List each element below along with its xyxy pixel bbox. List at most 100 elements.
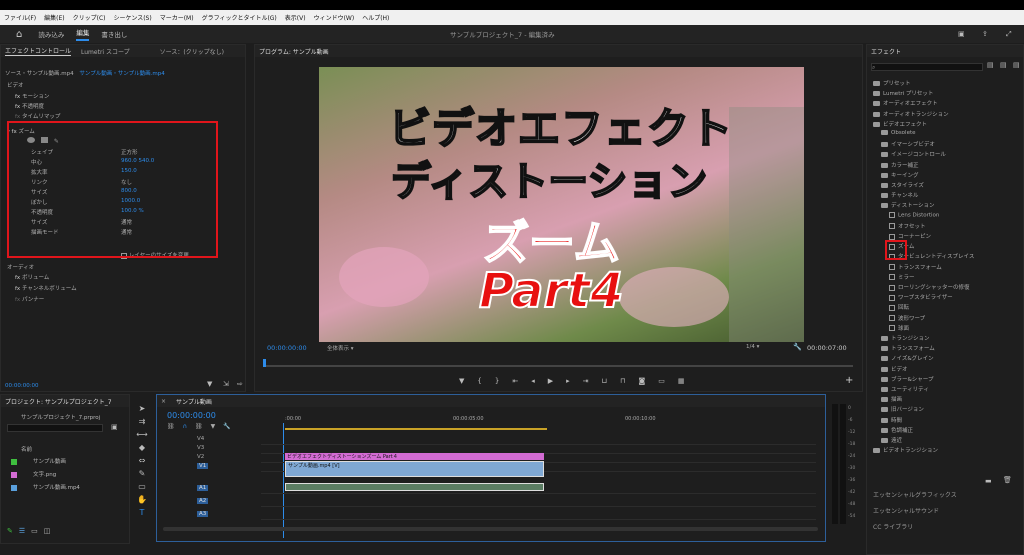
title-clip[interactable]: ビデオエフェクトディストーションズーム Part４ bbox=[285, 453, 544, 460]
tab-sequence[interactable]: サンプル動画 bbox=[176, 397, 212, 406]
tab-program[interactable]: プログラム: サンプル動画 bbox=[259, 47, 329, 56]
camera-icon[interactable]: ◙ bbox=[638, 377, 645, 385]
home-icon[interactable]: ⌂ bbox=[16, 29, 22, 40]
32bit-icon[interactable]: ▤ bbox=[1000, 61, 1007, 69]
effects-tree-item[interactable]: Obsolete bbox=[881, 130, 916, 136]
extract-icon[interactable]: ⊓ bbox=[620, 377, 625, 385]
project-item[interactable]: サンプル動画 bbox=[11, 457, 66, 465]
effect-controls-timecode[interactable]: 00:00:00:00 bbox=[5, 383, 39, 392]
fullscreen-icon[interactable]: ▣ bbox=[958, 30, 965, 38]
effects-tree-item[interactable]: 回転 bbox=[889, 303, 909, 311]
effects-tree-item[interactable]: Lumetri プリセット bbox=[873, 89, 933, 97]
effects-tree-item[interactable]: ローリングシャッターの修復 bbox=[889, 283, 970, 291]
track-header[interactable]: V4 bbox=[197, 436, 204, 442]
timeline-timecode[interactable]: 00:00:00:00 bbox=[167, 411, 216, 420]
accelerated-icon[interactable]: ▤ bbox=[987, 61, 994, 69]
expand-icon[interactable]: ⤢ bbox=[1006, 30, 1012, 39]
tab-import[interactable]: 読み込み bbox=[38, 29, 64, 39]
close-icon[interactable]: × bbox=[161, 398, 166, 405]
effects-tree-item[interactable]: ビデオ bbox=[881, 365, 908, 373]
volume-effect[interactable]: fx ボリューム bbox=[15, 273, 49, 282]
audio-clip[interactable] bbox=[285, 483, 544, 491]
effects-tree-item[interactable]: イメージコントロール bbox=[881, 150, 946, 158]
timeline-playhead[interactable] bbox=[283, 423, 284, 538]
menu-window[interactable]: ウィンドウ(W) bbox=[314, 13, 355, 22]
effects-tree-item[interactable]: チャンネル bbox=[881, 191, 918, 199]
essential-graphics-tab[interactable]: エッセンシャルグラフィックス bbox=[873, 490, 957, 499]
motion-effect[interactable]: fx モーション bbox=[15, 92, 49, 101]
freeform-view-icon[interactable]: ◫ bbox=[44, 527, 51, 535]
effects-tree-item[interactable]: オーディオエフェクト bbox=[873, 99, 938, 107]
time-remap-effect[interactable]: fx タイムリマップ bbox=[15, 112, 60, 121]
fit-dropdown[interactable]: 全体表示 ▾ bbox=[327, 344, 354, 352]
project-item[interactable]: 文字.png bbox=[11, 470, 56, 478]
delete-icon[interactable]: 🗑 bbox=[1003, 476, 1012, 484]
essential-sound-tab[interactable]: エッセンシャルサウンド bbox=[873, 506, 939, 515]
video-clip[interactable]: サンプル動画.mp4 [V] bbox=[285, 461, 544, 477]
menu-help[interactable]: ヘルプ(H) bbox=[362, 13, 389, 22]
link-icon[interactable]: ⛓ bbox=[195, 423, 203, 430]
marker-icon[interactable]: ▼ bbox=[459, 377, 464, 385]
track-header[interactable]: A3 bbox=[197, 511, 209, 517]
selection-tool-icon[interactable]: ➤ bbox=[139, 404, 146, 413]
jump-icon[interactable]: ⇨ bbox=[237, 380, 243, 388]
panner-effect[interactable]: fx パンナー bbox=[15, 295, 44, 304]
export-frame-icon[interactable]: ⇲ bbox=[223, 380, 229, 388]
menu-file[interactable]: ファイル(F) bbox=[4, 13, 36, 22]
playhead-icon[interactable] bbox=[263, 359, 266, 367]
type-tool-icon[interactable]: T bbox=[140, 508, 145, 517]
effects-tree-item[interactable]: ディストーション bbox=[881, 201, 935, 209]
effects-tree-item[interactable]: プリセット bbox=[873, 79, 911, 87]
track-header[interactable]: A2 bbox=[197, 498, 209, 504]
name-column[interactable]: 名前 bbox=[21, 445, 32, 453]
effects-tree-item[interactable]: 球面 bbox=[889, 324, 909, 332]
add-marker-icon[interactable]: ▼ bbox=[211, 423, 216, 430]
effects-search-input[interactable]: ⌕ bbox=[871, 63, 983, 71]
share-icon[interactable]: ⇪ bbox=[982, 30, 988, 38]
yuv-icon[interactable]: ▤ bbox=[1013, 61, 1020, 69]
track-header[interactable]: V3 bbox=[197, 445, 204, 451]
play-icon[interactable]: ▶ bbox=[548, 377, 553, 385]
pencil-icon[interactable]: ✎ bbox=[7, 527, 13, 535]
effects-tree-item[interactable]: 描画 bbox=[881, 395, 902, 403]
menu-sequence[interactable]: シーケンス(S) bbox=[114, 13, 152, 22]
effects-tree-item[interactable]: トランスフォーム bbox=[889, 263, 942, 271]
menu-edit[interactable]: 編集(E) bbox=[44, 13, 64, 22]
effects-tree-item[interactable]: オーディオトランジション bbox=[873, 110, 949, 118]
hand-tool-icon[interactable]: ✋ bbox=[137, 495, 147, 504]
pen-tool-icon[interactable]: ✎ bbox=[139, 469, 146, 478]
track-header[interactable]: A1 bbox=[197, 485, 209, 491]
step-forward-icon[interactable]: ▸ bbox=[566, 377, 570, 385]
tab-effects[interactable]: エフェクト bbox=[871, 47, 901, 56]
effects-tree-item[interactable]: 旧バージョン bbox=[881, 405, 924, 413]
quality-dropdown[interactable]: 1/4 ▾ bbox=[746, 344, 759, 350]
tab-project[interactable]: プロジェクト: サンプルプロジェクト_7 bbox=[5, 397, 112, 406]
effects-tree-item[interactable]: 波形ワープ bbox=[889, 314, 925, 322]
menu-marker[interactable]: マーカー(M) bbox=[160, 13, 194, 22]
project-search-input[interactable] bbox=[7, 424, 103, 432]
menu-graphics[interactable]: グラフィックとタイトル(G) bbox=[202, 13, 277, 22]
project-item[interactable]: サンプル動画.mp4 bbox=[11, 483, 80, 491]
effects-tree-item[interactable]: キーイング bbox=[881, 171, 919, 179]
tab-edit[interactable]: 編集 bbox=[76, 27, 90, 41]
step-back-icon[interactable]: ◂ bbox=[531, 377, 535, 385]
tab-source[interactable]: ソース：(クリップなし) bbox=[160, 47, 224, 56]
go-out-icon[interactable]: ⇥ bbox=[583, 377, 589, 385]
program-scrubber[interactable] bbox=[263, 365, 853, 367]
timeline-settings-icon[interactable]: 🔧 bbox=[223, 423, 230, 430]
effects-tree-item[interactable]: ユーティリティ bbox=[881, 385, 929, 393]
effects-tree-item[interactable]: ビデオエフェクト bbox=[873, 120, 927, 128]
effects-tree-item[interactable]: トランスフォーム bbox=[881, 344, 935, 352]
channel-volume-effect[interactable]: fx チャンネルボリューム bbox=[15, 284, 77, 293]
go-in-icon[interactable]: ⇤ bbox=[512, 377, 518, 385]
effects-tree-item[interactable]: 色調補正 bbox=[881, 426, 913, 434]
effects-tree-item[interactable]: スタイライズ bbox=[881, 181, 924, 189]
effects-tree-item[interactable]: ノイズ&グレイン bbox=[881, 354, 934, 362]
effects-tree-item[interactable]: カラー補正 bbox=[881, 161, 919, 169]
opacity-effect[interactable]: fx 不透明度 bbox=[15, 102, 44, 111]
rectangle-tool-icon[interactable]: ▭ bbox=[138, 482, 146, 491]
filter-icon[interactable]: ▼ bbox=[207, 380, 212, 388]
menu-clip[interactable]: クリップ(C) bbox=[73, 13, 106, 22]
snap-icon[interactable]: ∩ bbox=[183, 423, 187, 430]
effects-tree-item[interactable]: ビデオトランジション bbox=[873, 446, 938, 454]
